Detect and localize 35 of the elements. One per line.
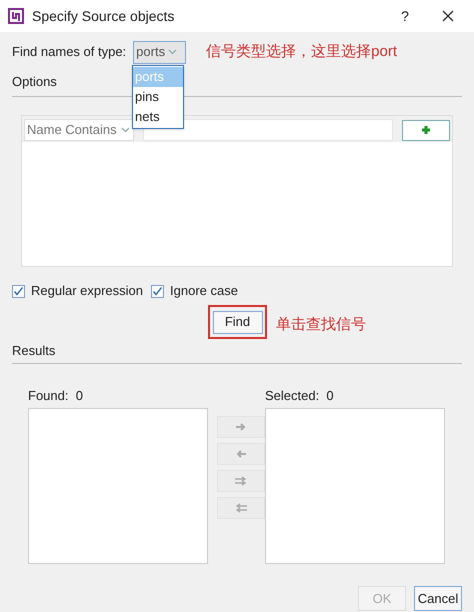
section-heading: Options [12, 74, 57, 89]
type-dropdown[interactable]: ports [133, 40, 186, 64]
selected-count: Selected: 0 [265, 388, 334, 403]
close-icon[interactable] [442, 10, 454, 22]
found-list[interactable] [28, 408, 208, 564]
chevron-icon [168, 49, 178, 55]
transfer-button[interactable] [217, 497, 265, 519]
checkbox-label: Ignore case [170, 282, 238, 300]
find-type-label: Find names of type: [12, 43, 126, 62]
checkbox[interactable] [12, 284, 25, 298]
arrow-left-icon [234, 449, 248, 459]
plus-icon [421, 125, 431, 135]
annotation-text: 信号类型选择，这里选择port [206, 42, 398, 62]
find-button[interactable]: Find [212, 310, 262, 334]
app-icon [8, 8, 24, 24]
found-count: Found: 0 [28, 388, 83, 403]
double-arrow-left-icon [234, 503, 248, 513]
window-title: Specify Source objects [32, 6, 174, 26]
dialog-button[interactable]: Cancel [414, 586, 462, 611]
transfer-button[interactable] [217, 416, 265, 438]
selected-list[interactable] [265, 408, 445, 564]
chevron-icon [120, 127, 130, 133]
dropdown-option[interactable]: pins [133, 87, 183, 107]
section-heading: Results [12, 343, 56, 358]
criterion-dropdown[interactable]: Name Contains [24, 119, 134, 141]
dropdown-option[interactable]: nets [133, 107, 183, 127]
checkbox-label: Regular expression [31, 282, 144, 300]
transfer-button[interactable] [217, 443, 265, 465]
annotation-text: 单击查找信号 [276, 314, 366, 335]
transfer-button[interactable] [217, 470, 265, 492]
double-arrow-right-icon [234, 476, 248, 486]
checkbox[interactable] [151, 284, 164, 298]
arrow-right-icon [234, 422, 248, 432]
help-button[interactable]: ? [390, 6, 420, 26]
add-button[interactable] [402, 120, 450, 140]
